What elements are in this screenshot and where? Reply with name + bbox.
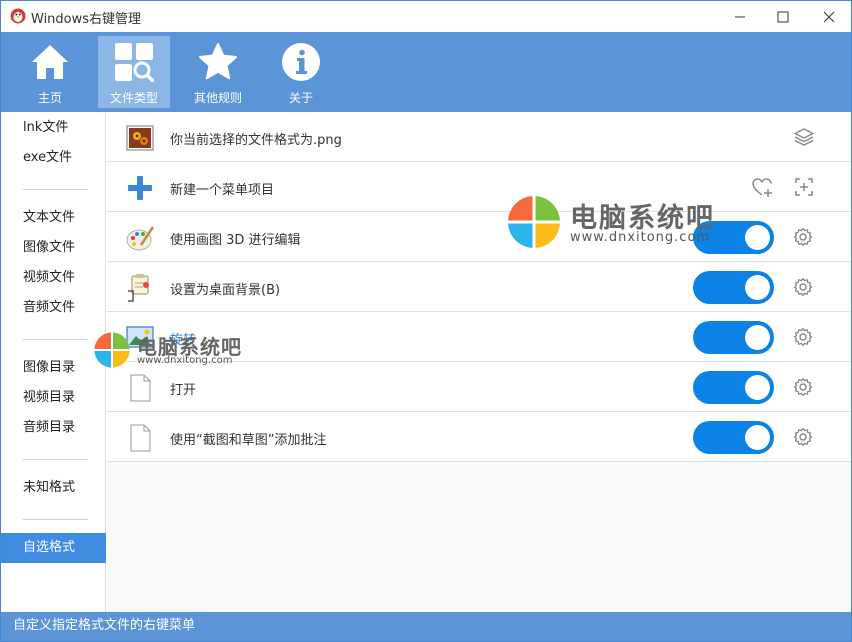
gear-icon[interactable]: [793, 327, 813, 347]
sidebar-item-video-dir[interactable]: 视频目录: [1, 383, 106, 413]
blank-file-icon: [130, 374, 151, 402]
window-title: Windows右键管理: [31, 12, 142, 27]
close-button[interactable]: [806, 1, 852, 32]
file-types-icon: [115, 43, 154, 82]
toggle-knob: [745, 325, 770, 350]
tab-home-label: 主页: [37, 91, 62, 105]
sidebar-divider: [23, 189, 88, 190]
toggle-knob: [745, 225, 770, 250]
info-icon: [282, 43, 320, 81]
close-icon: [823, 11, 835, 22]
list-item-current-format: 你当前选择的文件格式为.png: [107, 112, 851, 162]
sidebar-item-audio[interactable]: 音频文件: [1, 293, 106, 323]
status-bar: 自定义指定格式文件的右键菜单: [1, 612, 851, 641]
toggle-knob: [745, 375, 770, 400]
status-text: 自定义指定格式文件的右键菜单: [13, 618, 196, 633]
enable-toggle[interactable]: [693, 371, 774, 404]
row-label: 使用“截图和草图”添加批注: [170, 433, 327, 448]
list-item-annotate: 使用“截图和草图”添加批注: [107, 412, 851, 462]
list-item-set-wallpaper: 设置为桌面背景(B): [107, 262, 851, 312]
sidebar-divider: [23, 339, 88, 340]
sidebar-divider: [23, 459, 88, 460]
toggle-knob: [745, 275, 770, 300]
title-bar[interactable]: Windows右键管理: [1, 1, 851, 32]
sidebar-item-audio-dir[interactable]: 音频目录: [1, 413, 106, 443]
tab-other-rules[interactable]: 其他规则: [182, 36, 254, 108]
watermark-url: www.dnxitong.com: [137, 355, 233, 366]
wallpaper-plug-icon: [128, 274, 149, 302]
maximize-icon: [777, 11, 789, 22]
sidebar-item-unknown[interactable]: 未知格式: [1, 473, 106, 503]
sidebar-item-exe[interactable]: exe文件: [1, 143, 106, 173]
sidebar-item-image-dir[interactable]: 图像目录: [1, 353, 106, 383]
paint-palette-icon: [126, 226, 155, 251]
layers-icon[interactable]: [793, 126, 815, 148]
main-toolbar: 主页 文件类型 其他规则 关于: [1, 32, 851, 112]
sidebar-item-video[interactable]: 视频文件: [1, 263, 106, 293]
sidebar-item-lnk[interactable]: lnk文件: [1, 113, 106, 143]
sidebar-item-custom[interactable]: 自选格式: [1, 533, 106, 563]
gear-icon[interactable]: [793, 427, 813, 447]
sidebar-item-text[interactable]: 文本文件: [1, 203, 106, 233]
list-item-open: 打开: [107, 362, 851, 412]
favorite-add-icon[interactable]: [751, 176, 773, 198]
tab-file-types[interactable]: 文件类型: [98, 36, 170, 108]
add-item-icon[interactable]: [793, 176, 815, 198]
gear-icon[interactable]: [793, 227, 813, 247]
tab-file-types-label: 文件类型: [109, 91, 158, 105]
tab-about-label: 关于: [288, 91, 313, 105]
image-file-icon: [126, 125, 154, 151]
tab-about[interactable]: 关于: [265, 36, 337, 108]
row-label: 打开: [170, 383, 197, 398]
watermark-logo-icon: [94, 332, 130, 368]
enable-toggle[interactable]: [693, 271, 774, 304]
enable-toggle[interactable]: [693, 421, 774, 454]
star-icon: [199, 43, 237, 80]
gear-icon[interactable]: [793, 377, 813, 397]
watermark-url: www.dnxitong.com: [570, 230, 711, 245]
tab-other-rules-label: 其他规则: [193, 91, 242, 105]
sidebar-item-image[interactable]: 图像文件: [1, 233, 106, 263]
enable-toggle[interactable]: [693, 321, 774, 354]
watermark-logo-icon: [508, 196, 560, 248]
row-label: 新建一个菜单项目: [170, 183, 275, 198]
app-logo-icon: [10, 8, 26, 24]
blank-file-icon: [130, 424, 151, 452]
tab-home[interactable]: 主页: [14, 36, 86, 108]
minimize-button[interactable]: [717, 1, 763, 32]
gear-icon[interactable]: [793, 277, 813, 297]
minimize-icon: [735, 16, 745, 17]
sidebar: lnk文件 exe文件 文本文件 图像文件 视频文件 音频文件 图像目录 视频目…: [1, 112, 106, 612]
row-label: 设置为桌面背景(B): [170, 283, 281, 298]
row-label: 使用画图 3D 进行编辑: [170, 233, 301, 248]
home-icon: [32, 45, 68, 79]
list-item-new-menu[interactable]: 新建一个菜单项目: [107, 162, 851, 212]
app-window: Windows右键管理 主页 文件类型 其他规则 关于 lnk文件 exe文件 …: [0, 0, 852, 642]
plus-icon: [128, 176, 152, 200]
sidebar-divider: [23, 519, 88, 520]
row-label: 你当前选择的文件格式为.png: [170, 133, 342, 148]
maximize-button[interactable]: [760, 1, 806, 32]
list-item-paint3d: 使用画图 3D 进行编辑: [107, 212, 851, 262]
toggle-knob: [745, 425, 770, 450]
